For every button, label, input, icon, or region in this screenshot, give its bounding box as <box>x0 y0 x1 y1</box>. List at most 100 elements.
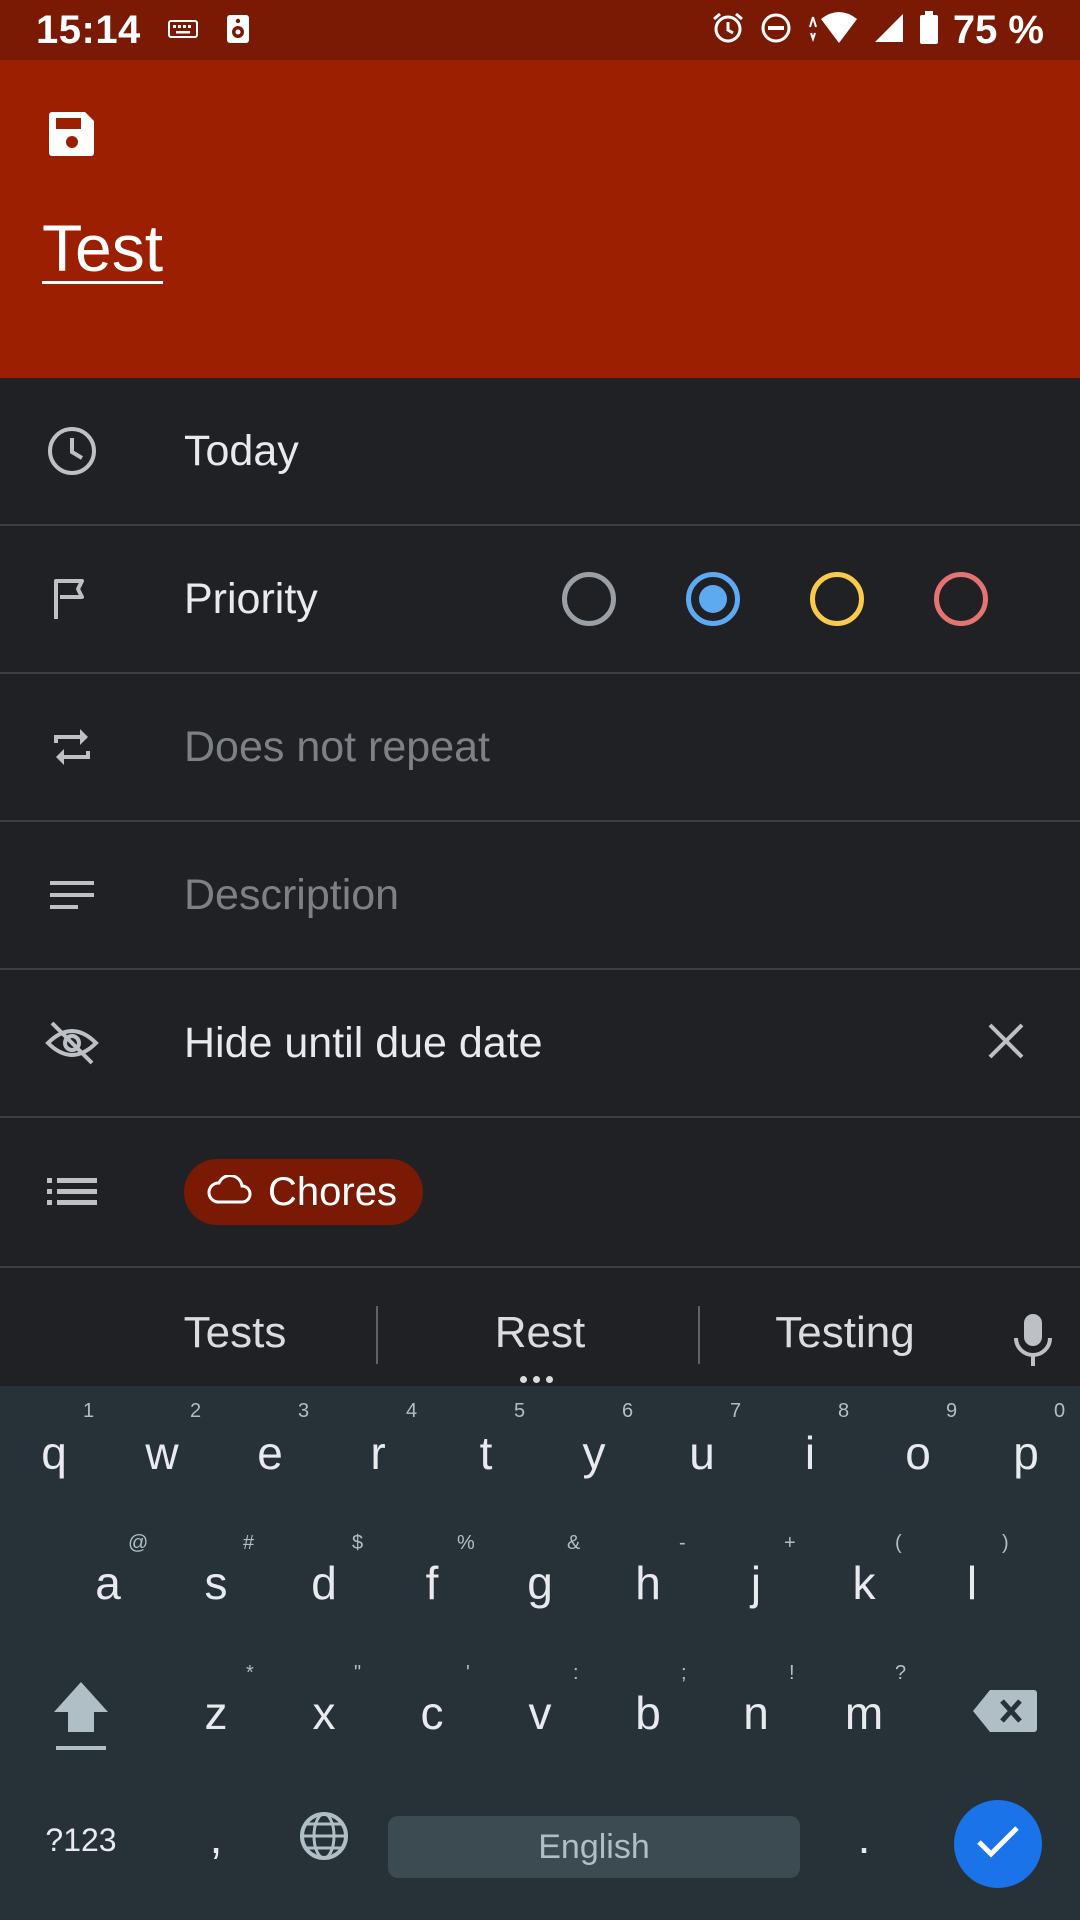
backspace-key[interactable] <box>960 1688 1050 1745</box>
save-icon <box>47 109 97 164</box>
suggestion-strip: Tests Rest Testing <box>0 1284 1080 1386</box>
key-hint: & <box>567 1532 581 1554</box>
key-k[interactable]: k <box>819 1556 909 1610</box>
keyboard: q w e r t y u i o p 1 2 3 4 5 6 7 8 9 0 … <box>0 1386 1080 1920</box>
key-hint: 7 <box>730 1400 742 1422</box>
clock-icon <box>40 419 104 483</box>
key-hint: * <box>246 1662 254 1684</box>
key-hint: 8 <box>838 1400 850 1422</box>
key-hint: 3 <box>298 1400 310 1422</box>
key-v[interactable]: v <box>495 1686 585 1740</box>
key-hint: 1 <box>83 1400 95 1422</box>
description-icon <box>40 863 104 927</box>
save-button[interactable] <box>40 104 104 168</box>
key-hint: 4 <box>406 1400 418 1422</box>
symbols-key[interactable]: ?123 <box>36 1822 126 1859</box>
shift-icon <box>50 1682 112 1764</box>
key-y[interactable]: y <box>549 1426 639 1480</box>
battery-percentage: 75 % <box>952 8 1044 52</box>
priority-low-radio[interactable] <box>686 572 740 626</box>
key-z[interactable]: z <box>171 1686 261 1740</box>
key-e[interactable]: e <box>225 1426 315 1480</box>
key-hint: 0 <box>1054 1400 1066 1422</box>
key-h[interactable]: h <box>603 1556 693 1610</box>
priority-label: Priority <box>184 574 318 623</box>
key-w[interactable]: w <box>117 1426 207 1480</box>
priority-high-radio[interactable] <box>934 572 988 626</box>
key-hint: : <box>573 1662 579 1684</box>
task-title-input[interactable]: Test <box>42 210 163 286</box>
key-r[interactable]: r <box>333 1426 423 1480</box>
suggestion-3[interactable]: Testing <box>750 1308 940 1358</box>
comma-key[interactable]: , <box>171 1810 261 1864</box>
more-suggestions-indicator <box>520 1376 553 1383</box>
key-hint: 6 <box>622 1400 634 1422</box>
list-chip-label: Chores <box>268 1169 397 1214</box>
wifi-icon <box>807 11 859 50</box>
key-u[interactable]: u <box>657 1426 747 1480</box>
description-input[interactable]: Description <box>184 871 399 920</box>
enter-button[interactable] <box>954 1800 1042 1888</box>
globe-icon <box>298 1812 350 1872</box>
task-header: Test <box>0 60 1080 378</box>
key-hint: ) <box>1002 1532 1009 1554</box>
repeat-row[interactable]: Does not repeat <box>0 674 1080 822</box>
shift-key[interactable] <box>36 1678 126 1765</box>
close-icon <box>987 1022 1025 1065</box>
hide-until-row[interactable]: Hide until due date <box>0 970 1080 1118</box>
priority-none-radio[interactable] <box>562 572 616 626</box>
key-d[interactable]: d <box>279 1556 369 1610</box>
key-g[interactable]: g <box>495 1556 585 1610</box>
key-s[interactable]: s <box>171 1556 261 1610</box>
suggestion-divider <box>376 1306 378 1364</box>
spacebar[interactable]: English <box>388 1816 800 1878</box>
priority-medium-radio[interactable] <box>810 572 864 626</box>
key-n[interactable]: n <box>711 1686 801 1740</box>
key-j[interactable]: j <box>711 1556 801 1610</box>
key-l[interactable]: l <box>927 1556 1017 1610</box>
key-t[interactable]: t <box>441 1426 531 1480</box>
key-hint: $ <box>352 1532 364 1554</box>
key-m[interactable]: m <box>819 1686 909 1740</box>
key-x[interactable]: x <box>279 1686 369 1740</box>
keyboard-icon <box>168 18 198 45</box>
status-time: 15:14 <box>36 8 141 52</box>
key-o[interactable]: o <box>873 1426 963 1480</box>
key-p[interactable]: p <box>981 1426 1071 1480</box>
speaker-icon <box>226 14 250 49</box>
hide-until-label: Hide until due date <box>184 1018 543 1067</box>
list-chip[interactable]: Chores <box>184 1159 423 1225</box>
period-key[interactable]: . <box>819 1810 909 1864</box>
do-not-disturb-icon <box>759 11 793 50</box>
suggestion-1[interactable]: Tests <box>150 1308 320 1358</box>
key-hint: 9 <box>946 1400 958 1422</box>
battery-icon <box>919 11 939 50</box>
key-hint: 5 <box>514 1400 526 1422</box>
clear-hide-until-button[interactable] <box>976 1013 1036 1073</box>
key-c[interactable]: c <box>387 1686 477 1740</box>
key-a[interactable]: a <box>63 1556 153 1610</box>
backspace-icon <box>972 1690 1038 1744</box>
key-f[interactable]: f <box>387 1556 477 1610</box>
due-date-row[interactable]: Today <box>0 378 1080 526</box>
key-hint: - <box>679 1532 686 1554</box>
suggestion-divider <box>698 1306 700 1364</box>
eye-off-icon <box>40 1011 104 1075</box>
description-row[interactable]: Description <box>0 822 1080 970</box>
key-hint: # <box>243 1532 255 1554</box>
microphone-icon[interactable] <box>1010 1312 1056 1373</box>
flag-icon <box>40 567 104 631</box>
key-b[interactable]: b <box>603 1686 693 1740</box>
key-i[interactable]: i <box>765 1426 855 1480</box>
priority-options <box>562 572 988 626</box>
list-row[interactable]: Chores <box>0 1118 1080 1268</box>
key-q[interactable]: q <box>9 1426 99 1480</box>
key-hint: 2 <box>190 1400 202 1422</box>
due-date-label: Today <box>184 426 299 475</box>
key-hint: ? <box>895 1662 907 1684</box>
suggestion-2[interactable]: Rest <box>455 1308 625 1358</box>
language-key[interactable] <box>279 1810 369 1873</box>
priority-row: Priority <box>0 526 1080 674</box>
checkmark-icon <box>976 1824 1020 1865</box>
signal-icon <box>873 12 905 49</box>
